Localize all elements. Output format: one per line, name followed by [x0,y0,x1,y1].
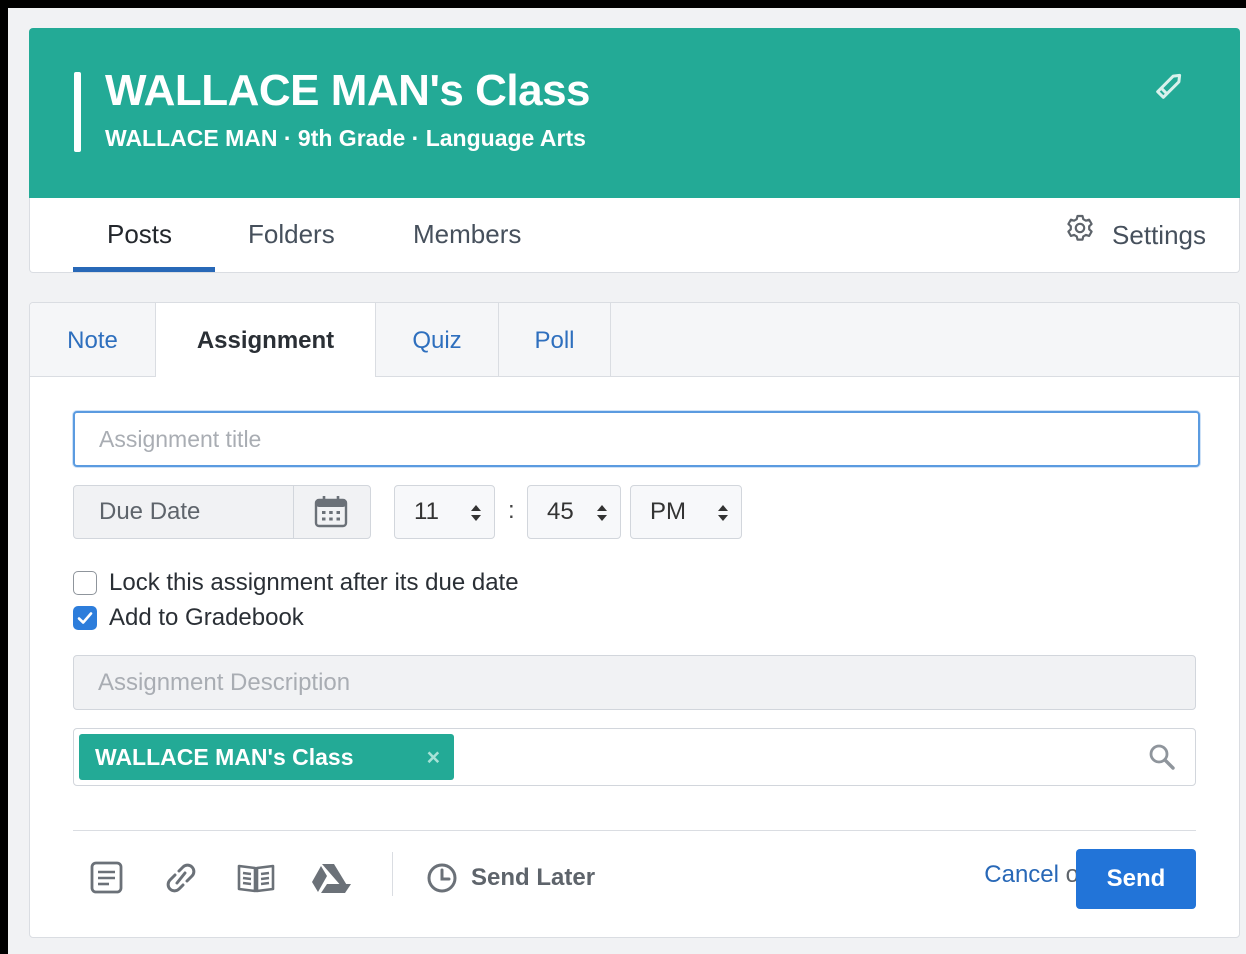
recipients-field[interactable]: WALLACE MAN's Class × [73,728,1196,786]
tab-assignment[interactable]: Assignment [156,303,376,377]
library-book-icon[interactable] [233,858,279,898]
tab-note[interactable]: Note [30,303,156,376]
class-title: WALLACE MAN's Class [105,66,591,115]
gradebook-checkbox[interactable] [73,606,97,630]
settings-link[interactable]: Settings [1064,198,1206,272]
composer-divider [73,830,1196,831]
minute-value: 45 [547,498,574,525]
send-later-button[interactable]: Send Later [425,858,595,898]
cancel-button[interactable]: Cancel [984,861,1059,888]
google-drive-icon[interactable] [307,858,353,898]
ampm-value: PM [650,498,686,525]
tab-members[interactable]: Members [413,198,521,272]
search-icon[interactable] [1147,742,1177,772]
lock-label: Lock this assignment after its due date [109,569,519,596]
send-later-label: Send Later [471,864,596,891]
select-arrows-icon [597,505,607,521]
lock-checkbox[interactable] [73,571,97,595]
active-tab-indicator [73,267,215,272]
gradebook-label: Add to Gradebook [109,604,304,631]
app-frame: WALLACE MAN's Class WALLACE MAN · 9th Gr… [8,8,1246,954]
recipient-chip-label: WALLACE MAN's Class [95,744,354,770]
recipient-chip: WALLACE MAN's Class × [79,734,454,780]
checkmark-icon [77,612,93,624]
post-composer: Note Assignment Quiz Poll Due Date [29,302,1240,938]
header-accent-bar [74,72,81,152]
tab-poll[interactable]: Poll [499,303,611,376]
time-separator: : [508,497,515,524]
tab-folders[interactable]: Folders [248,198,335,272]
class-nav: Posts Folders Members Settings [29,198,1240,273]
send-button[interactable]: Send [1076,849,1196,909]
hour-value: 11 [414,498,439,525]
gear-icon [1064,199,1096,271]
attach-file-icon[interactable] [84,858,130,898]
select-arrows-icon [718,505,728,521]
tab-posts[interactable]: Posts [107,198,172,272]
minute-select[interactable]: 45 [527,485,621,539]
link-icon[interactable] [158,858,204,898]
class-subtitle: WALLACE MAN · 9th Grade · Language Arts [105,125,586,151]
assignment-title-input[interactable] [73,411,1200,467]
remove-recipient-button[interactable]: × [427,734,440,780]
post-type-tabs: Note Assignment Quiz Poll [30,303,1239,377]
assignment-description-input[interactable] [73,655,1196,710]
class-header: WALLACE MAN's Class WALLACE MAN · 9th Gr… [29,28,1240,198]
due-date-placeholder: Due Date [99,498,201,525]
due-date-field[interactable]: Due Date [73,485,371,539]
cancel-or-group: Cancel or [984,861,1087,889]
add-to-gradebook-option[interactable]: Add to Gradebook [73,603,304,633]
select-arrows-icon [471,505,481,521]
toolbar-separator [392,852,393,896]
settings-label: Settings [1112,220,1206,250]
lock-after-due-option[interactable]: Lock this assignment after its due date [73,568,519,598]
hour-select[interactable]: 11 [394,485,495,539]
calendar-icon[interactable] [313,495,349,529]
due-date-divider [293,486,294,538]
pencil-icon[interactable] [1151,68,1187,104]
ampm-select[interactable]: PM [630,485,742,539]
tab-quiz[interactable]: Quiz [376,303,499,376]
clock-icon [427,863,457,893]
